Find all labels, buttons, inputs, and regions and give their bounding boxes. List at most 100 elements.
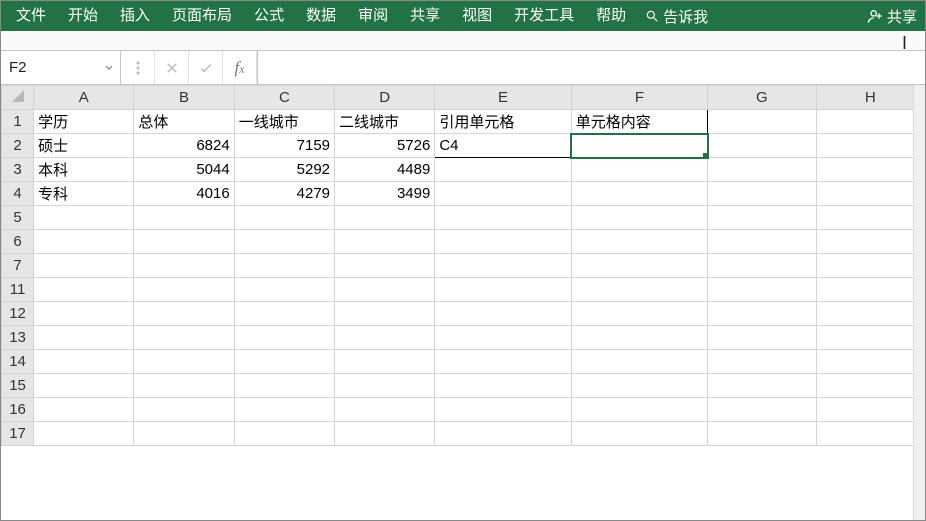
cell-H17[interactable]: [816, 422, 924, 446]
cell-F17[interactable]: [571, 422, 707, 446]
tab-developer[interactable]: 开发工具: [503, 1, 585, 31]
cell-C4[interactable]: 4279: [234, 182, 334, 206]
cell-E7[interactable]: [435, 254, 571, 278]
tab-view[interactable]: 视图: [451, 1, 503, 31]
cell-E15[interactable]: [435, 374, 571, 398]
cell-F14[interactable]: [571, 350, 707, 374]
row-header-15[interactable]: 15: [2, 374, 34, 398]
cell-H14[interactable]: [816, 350, 924, 374]
row-header-2[interactable]: 2: [2, 134, 34, 158]
cell-D7[interactable]: [335, 254, 435, 278]
cell-A14[interactable]: [34, 350, 134, 374]
row-header-16[interactable]: 16: [2, 398, 34, 422]
row-header-13[interactable]: 13: [2, 326, 34, 350]
chevron-down-icon[interactable]: [104, 59, 114, 76]
select-all-corner[interactable]: [2, 86, 34, 110]
cell-A15[interactable]: [34, 374, 134, 398]
cell-C16[interactable]: [234, 398, 334, 422]
cell-B13[interactable]: [134, 326, 234, 350]
cell-D12[interactable]: [335, 302, 435, 326]
tab-data[interactable]: 数据: [295, 1, 347, 31]
cell-D15[interactable]: [335, 374, 435, 398]
cell-B5[interactable]: [134, 206, 234, 230]
cell-F13[interactable]: [571, 326, 707, 350]
cell-C11[interactable]: [234, 278, 334, 302]
cell-E4[interactable]: [435, 182, 571, 206]
cell-H6[interactable]: [816, 230, 924, 254]
cell-E5[interactable]: [435, 206, 571, 230]
cell-B4[interactable]: 4016: [134, 182, 234, 206]
cell-C1[interactable]: 一线城市: [234, 110, 334, 134]
cell-E16[interactable]: [435, 398, 571, 422]
cell-D16[interactable]: [335, 398, 435, 422]
cell-A5[interactable]: [34, 206, 134, 230]
row-header-12[interactable]: 12: [2, 302, 34, 326]
cell-A17[interactable]: [34, 422, 134, 446]
cell-A16[interactable]: [34, 398, 134, 422]
row-header-7[interactable]: 7: [2, 254, 34, 278]
cell-D11[interactable]: [335, 278, 435, 302]
cell-G3[interactable]: [708, 158, 816, 182]
tab-formulas[interactable]: 公式: [243, 1, 295, 31]
cell-H12[interactable]: [816, 302, 924, 326]
cell-F15[interactable]: [571, 374, 707, 398]
cell-H7[interactable]: [816, 254, 924, 278]
col-header-F[interactable]: F: [571, 86, 707, 110]
col-header-C[interactable]: C: [234, 86, 334, 110]
cell-A4[interactable]: 专科: [34, 182, 134, 206]
col-header-H[interactable]: H: [816, 86, 924, 110]
cell-C14[interactable]: [234, 350, 334, 374]
cell-H11[interactable]: [816, 278, 924, 302]
cell-H16[interactable]: [816, 398, 924, 422]
cell-E11[interactable]: [435, 278, 571, 302]
cell-H1[interactable]: [816, 110, 924, 134]
col-header-G[interactable]: G: [708, 86, 816, 110]
cell-F5[interactable]: [571, 206, 707, 230]
spreadsheet-grid[interactable]: A B C D E F G H 1 学历 总体 一线城市 二线城市 引用单元: [1, 85, 925, 446]
cell-B3[interactable]: 5044: [134, 158, 234, 182]
cell-D1[interactable]: 二线城市: [335, 110, 435, 134]
cell-H5[interactable]: [816, 206, 924, 230]
col-header-D[interactable]: D: [335, 86, 435, 110]
cell-B16[interactable]: [134, 398, 234, 422]
cell-D5[interactable]: [335, 206, 435, 230]
cell-D2[interactable]: 5726: [335, 134, 435, 158]
cell-G15[interactable]: [708, 374, 816, 398]
row-header-11[interactable]: 11: [2, 278, 34, 302]
cell-G2[interactable]: [708, 134, 816, 158]
cell-G6[interactable]: [708, 230, 816, 254]
cell-A13[interactable]: [34, 326, 134, 350]
cell-F1[interactable]: 单元格内容: [571, 110, 707, 134]
cell-B15[interactable]: [134, 374, 234, 398]
col-header-E[interactable]: E: [435, 86, 571, 110]
cell-G11[interactable]: [708, 278, 816, 302]
cell-B12[interactable]: [134, 302, 234, 326]
cell-D3[interactable]: 4489: [335, 158, 435, 182]
cell-G4[interactable]: [708, 182, 816, 206]
cell-G17[interactable]: [708, 422, 816, 446]
cell-A11[interactable]: [34, 278, 134, 302]
cell-H3[interactable]: [816, 158, 924, 182]
formula-input[interactable]: [263, 51, 925, 84]
cell-F7[interactable]: [571, 254, 707, 278]
cell-B14[interactable]: [134, 350, 234, 374]
vertical-scrollbar[interactable]: [913, 85, 925, 520]
cell-E6[interactable]: [435, 230, 571, 254]
cell-B2[interactable]: 6824: [134, 134, 234, 158]
cell-H2[interactable]: [816, 134, 924, 158]
row-header-4[interactable]: 4: [2, 182, 34, 206]
cell-F6[interactable]: [571, 230, 707, 254]
cell-A6[interactable]: [34, 230, 134, 254]
cell-G7[interactable]: [708, 254, 816, 278]
cell-D14[interactable]: [335, 350, 435, 374]
tab-insert[interactable]: 插入: [109, 1, 161, 31]
cell-G13[interactable]: [708, 326, 816, 350]
cell-C12[interactable]: [234, 302, 334, 326]
cell-G14[interactable]: [708, 350, 816, 374]
insert-function-button[interactable]: fx: [223, 51, 257, 84]
cell-F12[interactable]: [571, 302, 707, 326]
row-header-1[interactable]: 1: [2, 110, 34, 134]
cell-D6[interactable]: [335, 230, 435, 254]
cell-C17[interactable]: [234, 422, 334, 446]
cell-B1[interactable]: 总体: [134, 110, 234, 134]
